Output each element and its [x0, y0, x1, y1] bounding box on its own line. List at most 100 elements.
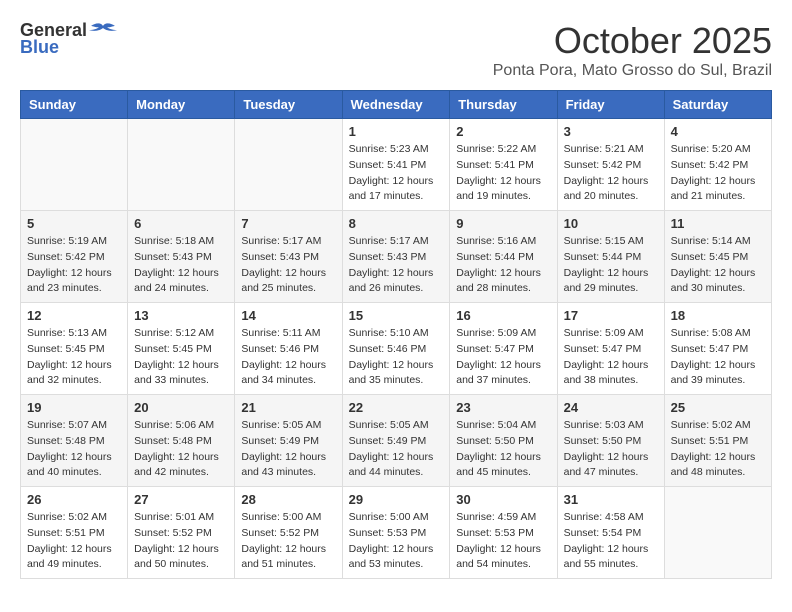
- day-cell-7: 7Sunrise: 5:17 AM Sunset: 5:43 PM Daylig…: [235, 211, 342, 303]
- day-number: 10: [564, 216, 658, 231]
- month-title: October 2025: [493, 20, 772, 62]
- day-info: Sunrise: 5:02 AM Sunset: 5:51 PM Dayligh…: [27, 510, 121, 573]
- day-info: Sunrise: 5:08 AM Sunset: 5:47 PM Dayligh…: [671, 326, 765, 389]
- day-info: Sunrise: 5:20 AM Sunset: 5:42 PM Dayligh…: [671, 142, 765, 205]
- day-number: 11: [671, 216, 765, 231]
- day-cell-4: 4 Sunrise: 5:20 AM Sunset: 5:42 PM Daylig…: [664, 119, 771, 211]
- day-number: 18: [671, 308, 765, 323]
- day-cell-14: 14 Sunrise: 5:11 AM Sunset: 5:46 PM Dayli…: [235, 303, 342, 395]
- day-number: 5: [27, 216, 121, 231]
- day-cell-24: 24 Sunrise: 5:03 AM Sunset: 5:50 PM Dayli…: [557, 395, 664, 487]
- empty-day-cell: [664, 487, 771, 579]
- empty-day-cell: [235, 119, 342, 211]
- day-number: 9: [456, 216, 550, 231]
- calendar-week-row: 19 Sunrise: 5:07 AM Sunset: 5:48 PM Dayli…: [21, 395, 772, 487]
- weekday-header-friday: Friday: [557, 91, 664, 119]
- day-info: Sunrise: 4:59 AM Sunset: 5:53 PM Dayligh…: [456, 510, 550, 573]
- day-info: Sunrise: 5:05 AM Sunset: 5:49 PM Dayligh…: [349, 418, 444, 481]
- day-info: Sunrise: 5:23 AM Sunset: 5:41 PM Dayligh…: [349, 142, 444, 205]
- day-cell-20: 20Sunrise: 5:06 AM Sunset: 5:48 PM Dayli…: [128, 395, 235, 487]
- day-cell-13: 13Sunrise: 5:12 AM Sunset: 5:45 PM Dayli…: [128, 303, 235, 395]
- calendar-week-row: 1 Sunrise: 5:23 AM Sunset: 5:41 PM Daylig…: [21, 119, 772, 211]
- day-number: 29: [349, 492, 444, 507]
- day-info: Sunrise: 5:22 AM Sunset: 5:41 PM Dayligh…: [456, 142, 550, 205]
- day-cell-29: 29 Sunrise: 5:00 AM Sunset: 5:53 PM Dayli…: [342, 487, 450, 579]
- calendar-week-row: 5Sunrise: 5:19 AM Sunset: 5:42 PM Daylig…: [21, 211, 772, 303]
- day-number: 16: [456, 308, 550, 323]
- day-cell-23: 23 Sunrise: 5:04 AM Sunset: 5:50 PM Dayli…: [450, 395, 557, 487]
- day-number: 26: [27, 492, 121, 507]
- logo-text-blue: Blue: [20, 37, 59, 58]
- weekday-header-sunday: Sunday: [21, 91, 128, 119]
- day-cell-2: 2 Sunrise: 5:22 AM Sunset: 5:41 PM Daylig…: [450, 119, 557, 211]
- day-number: 6: [134, 216, 228, 231]
- day-cell-3: 3 Sunrise: 5:21 AM Sunset: 5:42 PM Daylig…: [557, 119, 664, 211]
- day-cell-16: 16 Sunrise: 5:09 AM Sunset: 5:47 PM Dayli…: [450, 303, 557, 395]
- day-number: 23: [456, 400, 550, 415]
- day-info: Sunrise: 5:09 AM Sunset: 5:47 PM Dayligh…: [456, 326, 550, 389]
- day-info: Sunrise: 5:16 AM Sunset: 5:44 PM Dayligh…: [456, 234, 550, 297]
- day-info: Sunrise: 5:18 AM Sunset: 5:43 PM Dayligh…: [134, 234, 228, 297]
- day-cell-27: 27 Sunrise: 5:01 AM Sunset: 5:52 PM Dayli…: [128, 487, 235, 579]
- calendar-week-row: 12Sunrise: 5:13 AM Sunset: 5:45 PM Dayli…: [21, 303, 772, 395]
- day-cell-15: 15Sunrise: 5:10 AM Sunset: 5:46 PM Dayli…: [342, 303, 450, 395]
- day-info: Sunrise: 5:00 AM Sunset: 5:52 PM Dayligh…: [241, 510, 335, 573]
- day-number: 30: [456, 492, 550, 507]
- day-info: Sunrise: 5:12 AM Sunset: 5:45 PM Dayligh…: [134, 326, 228, 389]
- day-info: Sunrise: 5:02 AM Sunset: 5:51 PM Dayligh…: [671, 418, 765, 481]
- empty-day-cell: [21, 119, 128, 211]
- day-cell-6: 6 Sunrise: 5:18 AM Sunset: 5:43 PM Daylig…: [128, 211, 235, 303]
- calendar-table: SundayMondayTuesdayWednesdayThursdayFrid…: [20, 90, 772, 579]
- day-number: 8: [349, 216, 444, 231]
- day-cell-5: 5Sunrise: 5:19 AM Sunset: 5:42 PM Daylig…: [21, 211, 128, 303]
- day-info: Sunrise: 5:01 AM Sunset: 5:52 PM Dayligh…: [134, 510, 228, 573]
- day-info: Sunrise: 5:17 AM Sunset: 5:43 PM Dayligh…: [241, 234, 335, 297]
- day-cell-28: 28 Sunrise: 5:00 AM Sunset: 5:52 PM Dayli…: [235, 487, 342, 579]
- empty-day-cell: [128, 119, 235, 211]
- weekday-header-saturday: Saturday: [664, 91, 771, 119]
- day-info: Sunrise: 5:11 AM Sunset: 5:46 PM Dayligh…: [241, 326, 335, 389]
- day-number: 22: [349, 400, 444, 415]
- day-info: Sunrise: 5:21 AM Sunset: 5:42 PM Dayligh…: [564, 142, 658, 205]
- calendar-week-row: 26 Sunrise: 5:02 AM Sunset: 5:51 PM Dayli…: [21, 487, 772, 579]
- day-number: 14: [241, 308, 335, 323]
- day-number: 4: [671, 124, 765, 139]
- day-number: 20: [134, 400, 228, 415]
- day-info: Sunrise: 5:03 AM Sunset: 5:50 PM Dayligh…: [564, 418, 658, 481]
- day-info: Sunrise: 5:15 AM Sunset: 5:44 PM Dayligh…: [564, 234, 658, 297]
- day-info: Sunrise: 5:00 AM Sunset: 5:53 PM Dayligh…: [349, 510, 444, 573]
- weekday-header-wednesday: Wednesday: [342, 91, 450, 119]
- logo: General Blue: [20, 20, 117, 58]
- day-info: Sunrise: 5:17 AM Sunset: 5:43 PM Dayligh…: [349, 234, 444, 297]
- day-number: 1: [349, 124, 444, 139]
- weekday-header-monday: Monday: [128, 91, 235, 119]
- day-number: 28: [241, 492, 335, 507]
- weekday-header-thursday: Thursday: [450, 91, 557, 119]
- day-cell-10: 10 Sunrise: 5:15 AM Sunset: 5:44 PM Dayli…: [557, 211, 664, 303]
- day-info: Sunrise: 5:04 AM Sunset: 5:50 PM Dayligh…: [456, 418, 550, 481]
- day-info: Sunrise: 5:07 AM Sunset: 5:48 PM Dayligh…: [27, 418, 121, 481]
- day-cell-21: 21Sunrise: 5:05 AM Sunset: 5:49 PM Dayli…: [235, 395, 342, 487]
- day-number: 24: [564, 400, 658, 415]
- weekday-header-row: SundayMondayTuesdayWednesdayThursdayFrid…: [21, 91, 772, 119]
- location-title: Ponta Pora, Mato Grosso do Sul, Brazil: [493, 62, 772, 80]
- day-number: 17: [564, 308, 658, 323]
- day-cell-19: 19 Sunrise: 5:07 AM Sunset: 5:48 PM Dayli…: [21, 395, 128, 487]
- day-number: 19: [27, 400, 121, 415]
- day-info: Sunrise: 5:14 AM Sunset: 5:45 PM Dayligh…: [671, 234, 765, 297]
- day-number: 25: [671, 400, 765, 415]
- day-cell-22: 22 Sunrise: 5:05 AM Sunset: 5:49 PM Dayli…: [342, 395, 450, 487]
- day-number: 3: [564, 124, 658, 139]
- day-cell-30: 30 Sunrise: 4:59 AM Sunset: 5:53 PM Dayli…: [450, 487, 557, 579]
- day-number: 2: [456, 124, 550, 139]
- day-cell-25: 25 Sunrise: 5:02 AM Sunset: 5:51 PM Dayli…: [664, 395, 771, 487]
- title-section: October 2025 Ponta Pora, Mato Grosso do …: [493, 20, 772, 80]
- day-number: 27: [134, 492, 228, 507]
- weekday-header-tuesday: Tuesday: [235, 91, 342, 119]
- day-cell-31: 31Sunrise: 4:58 AM Sunset: 5:54 PM Dayli…: [557, 487, 664, 579]
- day-cell-9: 9 Sunrise: 5:16 AM Sunset: 5:44 PM Daylig…: [450, 211, 557, 303]
- day-cell-8: 8 Sunrise: 5:17 AM Sunset: 5:43 PM Daylig…: [342, 211, 450, 303]
- day-info: Sunrise: 5:13 AM Sunset: 5:45 PM Dayligh…: [27, 326, 121, 389]
- day-cell-17: 17Sunrise: 5:09 AM Sunset: 5:47 PM Dayli…: [557, 303, 664, 395]
- day-number: 15: [349, 308, 444, 323]
